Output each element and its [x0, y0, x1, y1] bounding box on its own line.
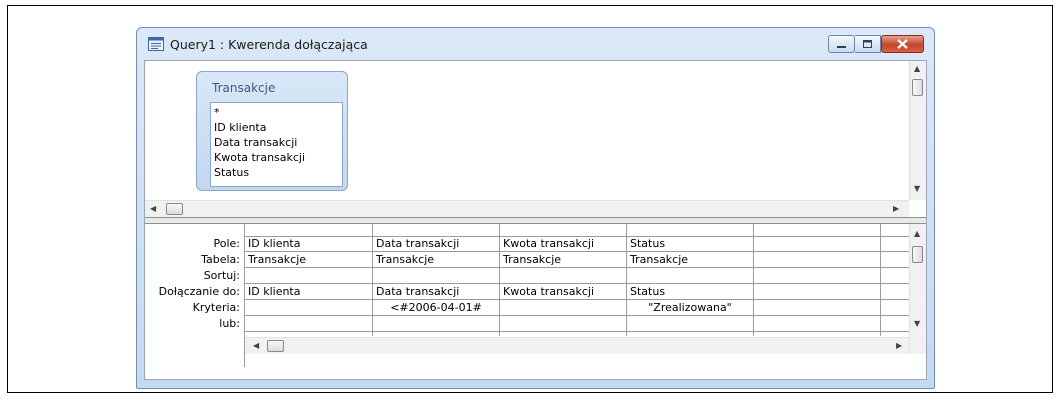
field-item[interactable]: Kwota transakcji: [214, 150, 339, 165]
scroll-up-icon[interactable]: ▲: [914, 65, 920, 73]
upper-vertical-scrollbar[interactable]: ▲ ▼: [909, 61, 926, 200]
grid-column: [881, 224, 910, 336]
close-icon: [897, 39, 908, 49]
title-bar[interactable]: Query1 : Kwerenda dołączająca: [137, 28, 934, 60]
field-list[interactable]: * ID klienta Data transakcji Kwota trans…: [210, 102, 343, 187]
cell-dolaczanie[interactable]: [754, 284, 880, 300]
cell-sortuj[interactable]: [245, 268, 372, 284]
row-label-tabela: Tabela:: [201, 253, 240, 266]
grid-vertical-scrollbar[interactable]: ▲ ▼: [909, 224, 926, 354]
scroll-left-icon[interactable]: ◀: [150, 205, 156, 213]
cell-pole[interactable]: Status: [627, 236, 753, 252]
query-icon: [148, 37, 164, 51]
cell-pole[interactable]: Data transakcji: [373, 236, 499, 252]
cell-tabela[interactable]: [881, 252, 910, 268]
table-diagram-pane[interactable]: Transakcje * ID klienta Data transakcji …: [145, 61, 926, 217]
cell-sortuj[interactable]: [500, 268, 626, 284]
cell-pole[interactable]: [754, 236, 880, 252]
cell-tabela[interactable]: Transakcje: [500, 252, 626, 268]
field-item[interactable]: ID klienta: [214, 120, 339, 135]
cell-dolaczanie[interactable]: Kwota transakcji: [500, 284, 626, 300]
scroll-thumb[interactable]: [166, 203, 183, 215]
maximize-button[interactable]: [855, 35, 881, 53]
scroll-down-icon[interactable]: ▼: [914, 320, 920, 328]
cell-kryteria[interactable]: [881, 300, 910, 316]
cell-tabela[interactable]: Transakcje: [373, 252, 499, 268]
scroll-thumb[interactable]: [267, 340, 284, 352]
query-design-area: Transakcje * ID klienta Data transakcji …: [144, 60, 927, 380]
close-button[interactable]: [881, 35, 924, 53]
grid-column: ID klienta Transakcje ID klienta: [245, 224, 373, 336]
cell-sortuj[interactable]: [881, 268, 910, 284]
table-title: Transakcje: [212, 81, 276, 95]
cell-dolaczanie[interactable]: Status: [627, 284, 753, 300]
query-window: Query1 : Kwerenda dołączająca Transakcje: [136, 27, 935, 389]
scroll-thumb[interactable]: [912, 246, 923, 263]
upper-horizontal-scrollbar[interactable]: ◀ ▶: [145, 200, 909, 217]
scroll-left-icon[interactable]: ◀: [253, 342, 259, 350]
field-item[interactable]: Data transakcji: [214, 135, 339, 150]
grid-horizontal-scrollbar[interactable]: ◀ ▶: [245, 337, 910, 354]
cell-lub[interactable]: [754, 316, 880, 332]
grid-column: Kwota transakcji Transakcje Kwota transa…: [500, 224, 627, 336]
design-grid-pane: Pole: Tabela: Sortuj: Dołączanie do: Kry…: [145, 224, 926, 379]
cell-lub[interactable]: [373, 316, 499, 332]
cell-pole[interactable]: Kwota transakcji: [500, 236, 626, 252]
pane-splitter[interactable]: [145, 217, 926, 224]
table-transakcje[interactable]: Transakcje * ID klienta Data transakcji …: [196, 71, 348, 191]
cell-pole[interactable]: [881, 236, 910, 252]
cell-sortuj[interactable]: [627, 268, 753, 284]
row-label-sortuj: Sortuj:: [203, 269, 240, 282]
grid-column: Status Transakcje Status "Zrealizowana": [627, 224, 754, 336]
cell-kryteria[interactable]: [754, 300, 880, 316]
scroll-up-icon[interactable]: ▲: [914, 230, 920, 238]
minimize-icon: [837, 46, 846, 48]
grid-column: [754, 224, 881, 336]
row-label-dolaczanie: Dołączanie do:: [158, 285, 240, 298]
design-grid: ID klienta Transakcje ID klienta Data tr…: [244, 224, 910, 367]
scroll-down-icon[interactable]: ▼: [914, 185, 920, 193]
cell-sortuj[interactable]: [373, 268, 499, 284]
cell-tabela[interactable]: Transakcje: [245, 252, 372, 268]
minimize-button[interactable]: [828, 35, 855, 53]
cell-sortuj[interactable]: [754, 268, 880, 284]
cell-tabela[interactable]: Transakcje: [627, 252, 753, 268]
cell-lub[interactable]: [245, 316, 372, 332]
window-title: Query1 : Kwerenda dołączająca: [170, 37, 368, 52]
cell-lub[interactable]: [500, 316, 626, 332]
cell-dolaczanie[interactable]: ID klienta: [245, 284, 372, 300]
cell-kryteria[interactable]: [245, 300, 372, 316]
row-labels: Pole: Tabela: Sortuj: Dołączanie do: Kry…: [145, 236, 244, 332]
cell-lub[interactable]: [627, 316, 753, 332]
field-item[interactable]: *: [214, 105, 339, 120]
cell-tabela[interactable]: [754, 252, 880, 268]
cell-dolaczanie[interactable]: [881, 284, 910, 300]
scroll-right-icon[interactable]: ▶: [893, 205, 899, 213]
cell-kryteria[interactable]: "Zrealizowana": [627, 300, 753, 316]
maximize-icon: [863, 40, 872, 48]
cell-dolaczanie[interactable]: Data transakcji: [373, 284, 499, 300]
scroll-thumb[interactable]: [912, 79, 923, 96]
row-label-lub: lub:: [219, 317, 240, 330]
cell-pole[interactable]: ID klienta: [245, 236, 372, 252]
cell-lub[interactable]: [881, 316, 910, 332]
field-item[interactable]: Status: [214, 165, 339, 180]
row-label-kryteria: Kryteria:: [192, 301, 240, 314]
scroll-right-icon[interactable]: ▶: [896, 342, 902, 350]
cell-kryteria[interactable]: [500, 300, 626, 316]
row-label-pole: Pole:: [213, 237, 240, 250]
cell-kryteria[interactable]: <#2006-04-01#: [373, 300, 499, 316]
grid-column: Data transakcji Transakcje Data transakc…: [373, 224, 500, 336]
